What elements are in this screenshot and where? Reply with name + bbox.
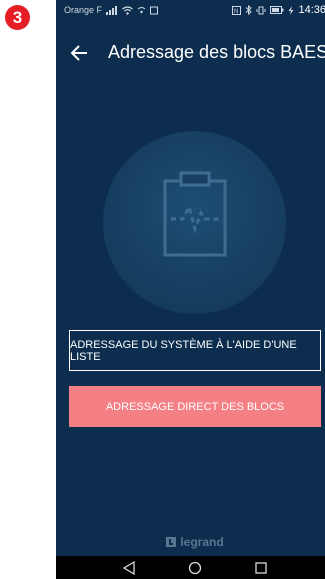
list-addressing-label: ADRESSAGE DU SYSTÈME À L'AIDE D'UNE LIST…	[70, 338, 297, 363]
back-triangle-icon[interactable]	[121, 560, 137, 575]
brand-name: legrand	[180, 535, 224, 549]
charging-icon	[288, 5, 294, 15]
direct-addressing-button[interactable]: ADRESSAGE DIRECT DES BLOCS	[69, 386, 321, 427]
battery-icon	[270, 6, 284, 14]
direct-addressing-label: ADRESSAGE DIRECT DES BLOCS	[105, 400, 285, 413]
clock: 14:36	[298, 4, 325, 16]
system-nav-bar	[56, 556, 325, 579]
svg-text:N: N	[234, 9, 238, 15]
nfc-icon: N	[232, 5, 242, 15]
carrier-name: Orange F	[64, 5, 103, 15]
hero-illustration	[103, 131, 286, 314]
phone-screen: Orange F N 14:36 Adressage des blocs BAE…	[56, 0, 325, 579]
clipboard-icon	[163, 171, 227, 257]
legrand-logo: legrand	[56, 535, 325, 549]
arrow-left-icon[interactable]	[68, 42, 90, 64]
notification-icon	[150, 6, 159, 14]
recents-square-icon[interactable]	[253, 561, 269, 575]
signal-icon	[106, 5, 118, 15]
list-addressing-button[interactable]: ADRESSAGE DU SYSTÈME À L'AIDE D'UNE LIST…	[69, 330, 321, 371]
page-title: Adressage des blocs BAES	[108, 42, 325, 62]
vibrate-icon	[256, 6, 266, 14]
app-bar: Adressage des blocs BAES	[56, 36, 325, 68]
step-number-badge: 3	[5, 5, 30, 30]
wifi-hotspot-icon	[137, 6, 146, 13]
bluetooth-icon	[246, 5, 253, 15]
status-bar: Orange F N 14:36	[56, 0, 325, 20]
wifi-icon	[122, 5, 133, 15]
home-circle-icon[interactable]	[187, 561, 203, 575]
step-number: 3	[12, 7, 23, 27]
legrand-mark-icon	[166, 537, 177, 547]
